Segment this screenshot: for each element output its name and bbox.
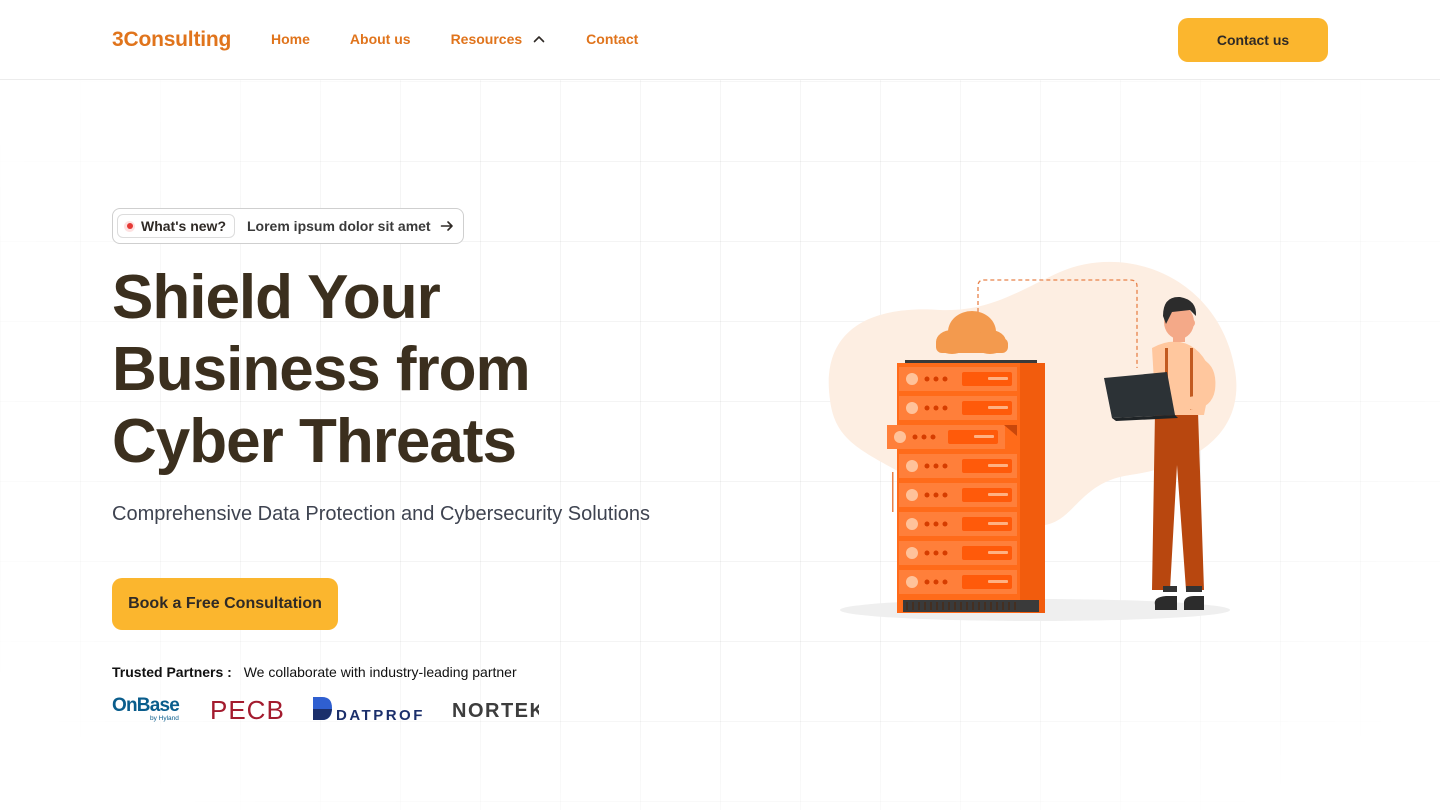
whats-new-text: Lorem ipsum dolor sit amet — [247, 218, 431, 234]
nav-about[interactable]: About us — [350, 31, 411, 47]
server-illustration — [828, 261, 1237, 621]
main-nav: Home About us Resources Contact — [271, 31, 678, 47]
onbase-logo: OnBase by Hyland — [112, 695, 180, 722]
pecb-logo: PECB — [210, 695, 285, 724]
nav-resources[interactable]: Resources — [451, 31, 547, 47]
pecb-logo-name: PECB — [210, 695, 285, 724]
nav-resources-label: Resources — [450, 31, 523, 47]
datprof-logo: DATPROF — [313, 697, 425, 724]
status-dot-icon — [124, 220, 135, 232]
onbase-logo-name: OnBase — [112, 695, 179, 716]
whats-new-badge[interactable]: What's new? Lorem ipsum dolor sit amet — [112, 208, 464, 244]
whats-new-pill: What's new? — [117, 214, 235, 238]
datprof-logo-name: DATPROF — [336, 707, 425, 724]
trusted-partners: Trusted Partners : We collaborate with i… — [112, 664, 517, 680]
nav-about-label: About us — [349, 31, 411, 47]
hero-title-line-3: Cyber Threats — [112, 407, 517, 476]
nav-contact[interactable]: Contact — [586, 31, 638, 47]
trusted-partners-label: Trusted Partners : — [112, 664, 232, 680]
nortek-logo: NORTEK — [452, 700, 539, 722]
brand-logo[interactable]: 3Consulting — [112, 28, 231, 52]
arrow-right-icon — [440, 221, 453, 231]
trusted-partners-text: We collaborate with industry-leading par… — [243, 664, 517, 680]
site-header: 3Consulting Home About us Resources Cont… — [0, 0, 1440, 80]
nav-home-label: Home — [271, 31, 310, 47]
nav-home[interactable]: Home — [271, 31, 310, 47]
chevron-up-icon — [533, 36, 545, 43]
hero-subtitle: Comprehensive Data Protection and Cybers… — [112, 503, 651, 525]
hero-title-line-1: Shield Your — [112, 263, 441, 332]
nav-contact-label: Contact — [586, 31, 639, 47]
hero-title: Shield Your Business from Cyber Threats — [112, 262, 672, 478]
book-consultation-button[interactable]: Book a Free Consultation — [112, 578, 338, 630]
nortek-logo-name: NORTEK — [452, 700, 539, 722]
whats-new-label: What's new? — [141, 218, 226, 234]
partner-logos: OnBase by Hyland PECB DATPROF NORTEK — [112, 694, 539, 724]
hero-title-line-2: Business from — [112, 335, 531, 404]
contact-us-button[interactable]: Contact us — [1178, 18, 1328, 62]
onbase-logo-sub: by Hyland — [150, 715, 179, 722]
